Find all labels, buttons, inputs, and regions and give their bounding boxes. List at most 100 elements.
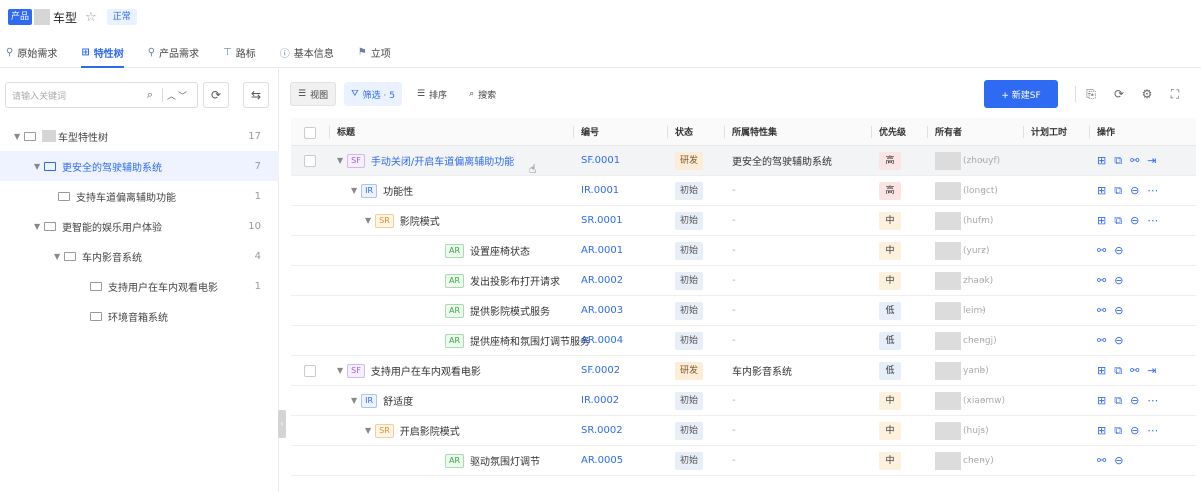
- fullscreen-icon[interactable]: ⛶: [1165, 84, 1185, 104]
- copy-icon[interactable]: ⧉: [1114, 424, 1122, 438]
- split-icon[interactable]: ⚯: [1097, 274, 1106, 287]
- more-icon[interactable]: ⋯: [1147, 424, 1159, 437]
- split-icon[interactable]: ⚯: [1130, 154, 1139, 167]
- code-cell[interactable]: IR.0002: [581, 386, 619, 415]
- code-cell[interactable]: SF.0001: [581, 146, 620, 175]
- tab-5[interactable]: ⚑ 立项: [358, 38, 391, 67]
- caret-down-icon[interactable]: ▼: [337, 156, 343, 165]
- column-header[interactable]: 编号: [581, 118, 599, 145]
- minus-circle-icon[interactable]: ⊖: [1114, 304, 1123, 317]
- table-row[interactable]: ▼ SF 支持用户在车内观看电影 SF.0002 研发 车内影音系统 低 yanb) - ⊞ ⧉ ⚯ ⇥: [291, 356, 1196, 386]
- split-icon[interactable]: ⚯: [1097, 244, 1106, 257]
- tab-0[interactable]: ⚲ 原始需求: [6, 38, 57, 67]
- table-row[interactable]: AR 设置座椅状态 AR.0001 初始 - 中 (yurz) - ⚯ ⊖: [291, 236, 1196, 266]
- minus-circle-icon[interactable]: ⊖: [1130, 214, 1139, 227]
- column-header[interactable]: 优先级: [879, 118, 906, 145]
- more-icon[interactable]: ⋯: [1147, 184, 1159, 197]
- row-title[interactable]: 驱动氛围灯调节: [470, 453, 540, 468]
- row-title[interactable]: 舒适度: [383, 393, 413, 408]
- chevron-up-down-icon[interactable]: ︿﹀: [167, 89, 189, 102]
- caret-down-icon[interactable]: ▼: [34, 222, 44, 231]
- code-cell[interactable]: SF.0002: [581, 356, 620, 385]
- split-icon[interactable]: ⚯: [1130, 364, 1139, 377]
- more-icon[interactable]: ⋯: [1147, 214, 1159, 227]
- tree-icon[interactable]: ⊞: [1097, 214, 1106, 227]
- minus-circle-icon[interactable]: ⊖: [1130, 424, 1139, 437]
- tree-search-input[interactable]: 请输入关键词 ⌕ ︿﹀: [5, 82, 198, 108]
- row-title[interactable]: 开启影院模式: [400, 423, 460, 438]
- copy-icon[interactable]: ⧉: [1114, 364, 1122, 378]
- table-row[interactable]: ▼ IR 舒适度 IR.0002 初始 - 中 (xiaomw) - ⊞ ⧉ ⊖ ⋯: [291, 386, 1196, 416]
- table-row[interactable]: AR 驱动氛围灯调节 AR.0005 初始 - 中 cheny) - ⚯ ⊖: [291, 446, 1196, 476]
- minus-circle-icon[interactable]: ⊖: [1130, 394, 1139, 407]
- minus-circle-icon[interactable]: ⊖: [1114, 274, 1123, 287]
- tree-icon[interactable]: ⊞: [1097, 154, 1106, 167]
- sort-button[interactable]: ☰ 排序: [410, 82, 454, 106]
- export-icon[interactable]: ⎘: [1081, 84, 1101, 104]
- caret-down-icon[interactable]: ▼: [34, 162, 44, 171]
- tab-2[interactable]: ⚲ 产品需求: [148, 38, 199, 67]
- tab-3[interactable]: ⊤ 路标: [223, 38, 256, 67]
- row-checkbox[interactable]: [304, 365, 316, 377]
- row-title[interactable]: 功能性: [383, 183, 413, 198]
- caret-down-icon[interactable]: ▼: [54, 252, 64, 261]
- column-header[interactable]: 所属特性集: [732, 118, 777, 145]
- search-button[interactable]: ⌕ 搜索: [462, 82, 503, 106]
- table-row[interactable]: ▼ IR 功能性 IR.0001 初始 - 高 (longct) - ⊞ ⧉ ⊖ ⋯: [291, 176, 1196, 206]
- filter-button[interactable]: ⛛ 筛选 · 5: [344, 82, 402, 106]
- search-icon[interactable]: ⌕: [142, 88, 158, 102]
- tab-1[interactable]: ⊞ 特性树: [81, 38, 125, 68]
- tree-item[interactable]: 支持车道偏离辅助功能 1: [0, 181, 279, 211]
- settings-icon[interactable]: ⚙: [1137, 84, 1157, 104]
- row-title[interactable]: 设置座椅状态: [470, 243, 530, 258]
- tree-item[interactable]: ▼ 车内影音系统 4: [0, 241, 279, 271]
- collapse-handle[interactable]: ‹: [278, 410, 286, 438]
- view-button[interactable]: ☰ 视图: [290, 82, 337, 106]
- row-title[interactable]: 支持用户在车内观看电影: [371, 363, 481, 378]
- caret-down-icon[interactable]: ▼: [365, 216, 371, 225]
- row-title[interactable]: 发出投影布打开请求: [470, 273, 560, 288]
- column-header[interactable]: 所有者: [935, 118, 962, 145]
- code-cell[interactable]: IR.0001: [581, 176, 619, 205]
- row-title[interactable]: 手动关闭/开启车道偏离辅助功能: [371, 153, 514, 168]
- caret-down-icon[interactable]: ▼: [351, 396, 357, 405]
- code-cell[interactable]: SR.0002: [581, 416, 623, 445]
- export-icon[interactable]: ⇥: [1147, 364, 1156, 377]
- minus-circle-icon[interactable]: ⊖: [1114, 244, 1123, 257]
- tree-item[interactable]: 环境音箱系统: [0, 301, 279, 331]
- copy-icon[interactable]: ⧉: [1114, 154, 1122, 168]
- tree-item[interactable]: 支持用户在车内观看电影 1: [0, 271, 279, 301]
- tree-icon[interactable]: ⊞: [1097, 394, 1106, 407]
- refresh-button[interactable]: ⟳: [203, 82, 229, 108]
- code-cell[interactable]: AR.0003: [581, 296, 623, 325]
- code-cell[interactable]: AR.0004: [581, 326, 623, 355]
- tree-icon[interactable]: ⊞: [1097, 424, 1106, 437]
- new-sf-button[interactable]: + 新建SF: [984, 80, 1058, 108]
- select-all-checkbox[interactable]: [304, 127, 316, 139]
- copy-icon[interactable]: ⧉: [1114, 214, 1122, 228]
- table-row[interactable]: AR 发出投影布打开请求 AR.0002 初始 - 中 zhaok) - ⚯ ⊖: [291, 266, 1196, 296]
- column-header[interactable]: 操作: [1097, 118, 1115, 145]
- export-icon[interactable]: ⇥: [1147, 154, 1156, 167]
- tree-icon[interactable]: ⊞: [1097, 364, 1106, 377]
- more-icon[interactable]: ⋯: [1147, 394, 1159, 407]
- code-cell[interactable]: AR.0002: [581, 266, 623, 295]
- split-icon[interactable]: ⚯: [1097, 304, 1106, 317]
- minus-circle-icon[interactable]: ⊖: [1114, 454, 1123, 467]
- caret-down-icon[interactable]: ▼: [351, 186, 357, 195]
- minus-circle-icon[interactable]: ⊖: [1114, 334, 1123, 347]
- code-cell[interactable]: AR.0001: [581, 236, 623, 265]
- tree-item[interactable]: ▼ 车型特性树 17: [0, 121, 279, 151]
- column-header[interactable]: 计划工时: [1031, 118, 1067, 145]
- table-row[interactable]: AR 提供影院模式服务 AR.0003 初始 - 低 leim) - ⚯ ⊖: [291, 296, 1196, 326]
- table-row[interactable]: AR 提供座椅和氛围灯调节服务 AR.0004 初始 - 低 chengj) - ⚯ ⊖: [291, 326, 1196, 356]
- column-header[interactable]: 状态: [675, 118, 693, 145]
- tree-item[interactable]: ▼ 更智能的娱乐用户体验 10: [0, 211, 279, 241]
- copy-icon[interactable]: ⧉: [1114, 394, 1122, 408]
- swap-button[interactable]: ⇆: [243, 82, 269, 108]
- star-icon[interactable]: ☆: [85, 10, 97, 25]
- row-title[interactable]: 提供座椅和氛围灯调节服务: [470, 333, 590, 348]
- tab-4[interactable]: ⓘ 基本信息: [280, 38, 334, 67]
- code-cell[interactable]: AR.0005: [581, 446, 623, 475]
- caret-down-icon[interactable]: ▼: [14, 132, 24, 141]
